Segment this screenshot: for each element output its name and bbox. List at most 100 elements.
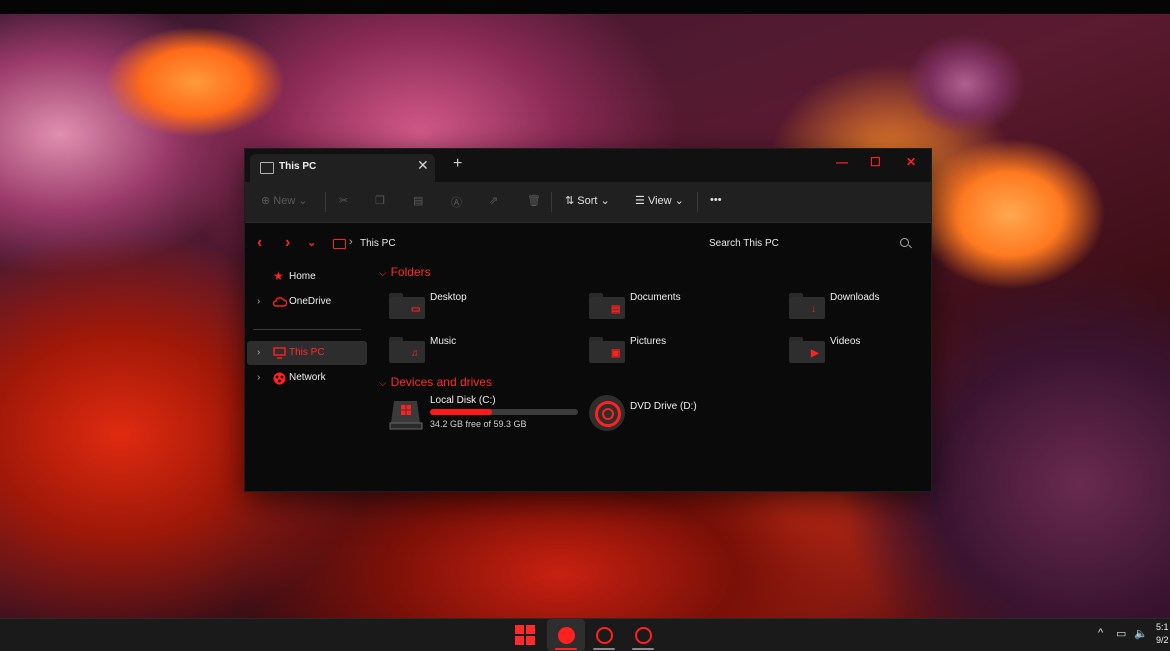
- paste-icon[interactable]: ▤: [413, 194, 423, 207]
- folder-label: Videos: [830, 336, 861, 347]
- copy-icon[interactable]: ❐: [375, 194, 385, 207]
- minimize-button[interactable]: —: [836, 155, 848, 169]
- maximize-button[interactable]: ☐: [870, 155, 881, 169]
- system-clock[interactable]: 5:1 9/2: [1156, 621, 1169, 647]
- title-bar[interactable]: This PC ✕ + — ☐ ✕: [245, 149, 931, 182]
- show-hidden-icons-button[interactable]: ^: [1098, 627, 1103, 639]
- toolbar-divider: [551, 192, 552, 212]
- drive-name: DVD Drive (D:): [630, 401, 697, 412]
- chevron-right-icon[interactable]: ›: [257, 347, 260, 358]
- content-pane: ⌵ Folders ▭ Desktop ▤ Documents ↓ Downloa…: [375, 263, 931, 491]
- sidebar-item-label: Home: [289, 271, 316, 282]
- cloud-icon: [272, 296, 288, 308]
- view-button-label: View: [647, 195, 672, 207]
- group-title: Folders: [390, 265, 431, 279]
- drive-dvd-d[interactable]: DVD Drive (D:): [575, 395, 765, 435]
- new-button[interactable]: ⊕ New ⌄: [261, 194, 308, 207]
- folder-label: Documents: [630, 292, 681, 303]
- close-window-button[interactable]: ✕: [906, 155, 916, 169]
- sidebar-item-onedrive[interactable]: › OneDrive: [247, 290, 367, 314]
- taskbar-app[interactable]: [585, 619, 623, 651]
- dvd-disc-icon: [589, 395, 625, 431]
- chevron-down-icon: ⌄: [674, 195, 684, 207]
- network-icon: [273, 372, 286, 385]
- chevron-right-icon[interactable]: ›: [257, 372, 260, 383]
- tab-title: This PC: [279, 161, 317, 172]
- clock-time: 5:1: [1156, 622, 1169, 632]
- new-button-label: New: [273, 195, 296, 207]
- taskbar-app[interactable]: [624, 619, 662, 651]
- group-title: Devices and drives: [390, 375, 492, 389]
- delete-icon[interactable]: 🗑: [527, 194, 541, 207]
- network-status-icon[interactable]: ▭: [1116, 627, 1126, 640]
- storage-usage-bar: [430, 409, 578, 415]
- folder-documents[interactable]: ▤ Documents: [575, 287, 765, 323]
- folder-label: Desktop: [430, 292, 467, 303]
- chevron-down-icon: ⌄: [600, 195, 610, 207]
- folder-videos[interactable]: ▶ Videos: [775, 331, 965, 367]
- folders-group-header[interactable]: ⌵ Folders: [379, 265, 431, 279]
- app-circle-icon: [558, 627, 575, 644]
- clock-date: 9/2: [1156, 635, 1169, 645]
- sidebar-item-label: This PC: [289, 347, 325, 358]
- sidebar-item-label: Network: [289, 372, 326, 383]
- close-tab-icon[interactable]: ✕: [417, 157, 429, 174]
- app-circle-icon: [596, 627, 613, 644]
- sidebar-divider: [253, 329, 361, 330]
- new-tab-button[interactable]: +: [453, 155, 462, 173]
- sort-icon: ⇅: [565, 195, 575, 207]
- folder-icon: ▤: [589, 293, 625, 319]
- navigation-pane: ★ Home › OneDrive › This PC › Network: [245, 263, 370, 491]
- sort-button-label: Sort: [577, 195, 598, 207]
- folder-icon: ▭: [389, 293, 425, 319]
- drives-group-header[interactable]: ⌵ Devices and drives: [379, 375, 492, 389]
- view-list-icon: ☰: [635, 195, 645, 207]
- folder-label: Music: [430, 336, 457, 347]
- folder-label: Pictures: [630, 336, 667, 347]
- folder-icon: ♫: [389, 337, 425, 363]
- home-star-icon: ★: [273, 269, 284, 283]
- taskbar-app-active[interactable]: [547, 619, 585, 651]
- volume-icon[interactable]: 🔈: [1134, 627, 1148, 640]
- monitor-icon: [273, 347, 286, 359]
- search-icon[interactable]: [900, 238, 909, 247]
- share-icon[interactable]: ⇗: [489, 194, 498, 207]
- command-bar: ⊕ New ⌄ ✂ ❐ ▤ Ⓐ ⇗ 🗑 ⇅ Sort ⌄ ☰ View ⌄ ••…: [245, 182, 931, 223]
- hard-drive-icon: [389, 397, 423, 431]
- forward-button[interactable]: ›: [285, 234, 290, 252]
- sort-button[interactable]: ⇅ Sort ⌄: [565, 194, 610, 207]
- more-options-button[interactable]: •••: [710, 194, 722, 206]
- folder-icon: ▶: [789, 337, 825, 363]
- folder-icon: ↓: [789, 293, 825, 319]
- breadcrumb-separator: ›: [349, 236, 353, 248]
- folder-pictures[interactable]: ▣ Pictures: [575, 331, 765, 367]
- sidebar-item-home[interactable]: ★ Home: [247, 265, 367, 289]
- folder-music[interactable]: ♫ Music: [375, 331, 565, 367]
- view-button[interactable]: ☰ View ⌄: [635, 194, 684, 207]
- cut-icon[interactable]: ✂: [339, 194, 348, 207]
- back-button[interactable]: ‹: [257, 234, 262, 252]
- breadcrumb[interactable]: This PC: [360, 238, 396, 249]
- plus-circle-icon: ⊕: [261, 195, 271, 207]
- drive-free-space: 34.2 GB free of 59.3 GB: [430, 419, 527, 429]
- sidebar-item-network[interactable]: › Network: [247, 366, 367, 390]
- chevron-right-icon[interactable]: ›: [257, 296, 260, 307]
- folder-downloads[interactable]: ↓ Downloads: [775, 287, 965, 323]
- recent-locations-button[interactable]: ⌄: [307, 236, 316, 249]
- monitor-icon: [333, 239, 346, 249]
- toolbar-divider: [325, 192, 326, 212]
- drive-local-disk-c[interactable]: Local Disk (C:) 34.2 GB free of 59.3 GB: [375, 395, 585, 435]
- rename-icon[interactable]: Ⓐ: [451, 194, 462, 210]
- sidebar-item-this-pc[interactable]: › This PC: [247, 341, 367, 365]
- taskbar: ^ ▭ 🔈 5:1 9/2: [0, 618, 1170, 651]
- monitor-icon: [260, 162, 274, 174]
- toolbar-divider: [697, 192, 698, 212]
- search-input[interactable]: Search This PC: [709, 238, 779, 249]
- top-strip: [0, 0, 1170, 14]
- chevron-down-icon: ⌵: [379, 268, 387, 279]
- tab-this-pc[interactable]: This PC ✕: [250, 154, 435, 182]
- folder-icon: ▣: [589, 337, 625, 363]
- folder-desktop[interactable]: ▭ Desktop: [375, 287, 565, 323]
- start-windows-icon[interactable]: [515, 625, 535, 645]
- folder-label: Downloads: [830, 292, 880, 303]
